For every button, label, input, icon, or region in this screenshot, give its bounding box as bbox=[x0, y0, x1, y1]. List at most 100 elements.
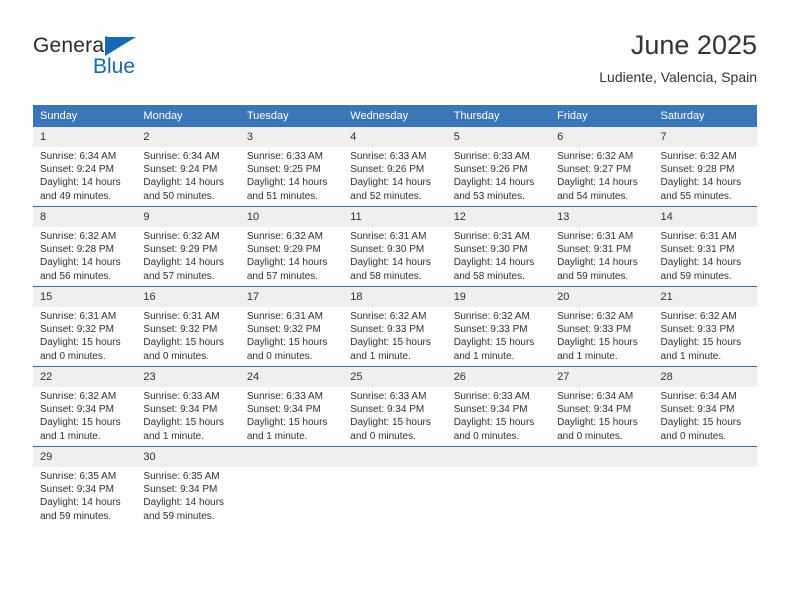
day-details: Sunrise: 6:34 AM Sunset: 9:24 PM Dayligh… bbox=[136, 147, 239, 203]
day-number bbox=[239, 447, 344, 467]
day-cell[interactable]: 24 Sunrise: 6:33 AM Sunset: 9:34 PM Dayl… bbox=[239, 366, 344, 447]
day-cell[interactable]: 22 Sunrise: 6:32 AM Sunset: 9:34 PM Dayl… bbox=[33, 366, 137, 447]
day-details: Sunrise: 6:31 AM Sunset: 9:30 PM Dayligh… bbox=[343, 227, 446, 283]
sunset-text: Sunset: 9:24 PM bbox=[143, 164, 218, 176]
sunset-text: Sunset: 9:34 PM bbox=[660, 404, 735, 416]
day-cell[interactable]: 26 Sunrise: 6:33 AM Sunset: 9:34 PM Dayl… bbox=[446, 366, 551, 447]
sunrise-text: Sunrise: 6:34 AM bbox=[40, 151, 117, 162]
daylight-text-line2: and 53 minutes. bbox=[453, 190, 525, 202]
sunrise-text: Sunrise: 6:31 AM bbox=[557, 231, 634, 242]
day-number: 16 bbox=[136, 287, 240, 307]
daylight-text-line2: and 54 minutes. bbox=[557, 190, 629, 202]
day-cell[interactable]: 19 Sunrise: 6:32 AM Sunset: 9:33 PM Dayl… bbox=[446, 286, 551, 367]
day-details: Sunrise: 6:31 AM Sunset: 9:30 PM Dayligh… bbox=[447, 227, 550, 283]
day-cell[interactable]: 17 Sunrise: 6:31 AM Sunset: 9:32 PM Dayl… bbox=[239, 286, 344, 367]
sunrise-text: Sunrise: 6:31 AM bbox=[40, 311, 117, 322]
day-number: 20 bbox=[550, 287, 654, 307]
day-cell[interactable]: 7 Sunrise: 6:32 AM Sunset: 9:28 PM Dayli… bbox=[653, 127, 757, 207]
daylight-text-line2: and 59 minutes. bbox=[660, 270, 732, 282]
day-cell[interactable]: 25 Sunrise: 6:33 AM Sunset: 9:34 PM Dayl… bbox=[343, 366, 447, 447]
week-row: 22 Sunrise: 6:32 AM Sunset: 9:34 PM Dayl… bbox=[33, 366, 757, 447]
daylight-text-line1: Daylight: 14 hours bbox=[660, 177, 742, 189]
day-number: 6 bbox=[550, 127, 654, 147]
day-cell[interactable]: 21 Sunrise: 6:32 AM Sunset: 9:33 PM Dayl… bbox=[653, 286, 757, 367]
daylight-text-line2: and 56 minutes. bbox=[40, 270, 112, 282]
day-cell[interactable]: 4 Sunrise: 6:33 AM Sunset: 9:26 PM Dayli… bbox=[343, 127, 447, 207]
day-number bbox=[446, 447, 551, 467]
daylight-text-line2: and 1 minute. bbox=[40, 430, 101, 442]
daylight-text-line1: Daylight: 15 hours bbox=[453, 417, 535, 429]
daylight-text-line1: Daylight: 15 hours bbox=[40, 417, 121, 429]
column-header-monday: Monday bbox=[136, 105, 240, 127]
daylight-text-line2: and 57 minutes. bbox=[143, 270, 215, 282]
day-cell[interactable]: 8 Sunrise: 6:32 AM Sunset: 9:28 PM Dayli… bbox=[33, 206, 137, 287]
day-cell[interactable]: 16 Sunrise: 6:31 AM Sunset: 9:32 PM Dayl… bbox=[136, 286, 240, 367]
day-number: 21 bbox=[653, 287, 757, 307]
day-cell[interactable]: 1 Sunrise: 6:34 AM Sunset: 9:24 PM Dayli… bbox=[33, 127, 137, 207]
day-number: 22 bbox=[33, 367, 137, 387]
day-cell[interactable]: 12 Sunrise: 6:31 AM Sunset: 9:30 PM Dayl… bbox=[446, 206, 551, 287]
day-cell[interactable]: 15 Sunrise: 6:31 AM Sunset: 9:32 PM Dayl… bbox=[33, 286, 137, 367]
day-details: Sunrise: 6:32 AM Sunset: 9:33 PM Dayligh… bbox=[550, 307, 653, 363]
day-details: Sunrise: 6:32 AM Sunset: 9:28 PM Dayligh… bbox=[33, 227, 136, 283]
sunrise-text: Sunrise: 6:31 AM bbox=[453, 231, 530, 242]
sunset-text: Sunset: 9:28 PM bbox=[660, 164, 735, 176]
sunrise-text: Sunrise: 6:32 AM bbox=[557, 151, 634, 162]
sunset-text: Sunset: 9:34 PM bbox=[246, 404, 321, 416]
day-cell[interactable]: 14 Sunrise: 6:31 AM Sunset: 9:31 PM Dayl… bbox=[653, 206, 757, 287]
day-cell[interactable]: 23 Sunrise: 6:33 AM Sunset: 9:34 PM Dayl… bbox=[136, 366, 240, 447]
day-number: 5 bbox=[446, 127, 551, 147]
day-cell[interactable]: 18 Sunrise: 6:32 AM Sunset: 9:33 PM Dayl… bbox=[343, 286, 447, 367]
daylight-text-line2: and 1 minute. bbox=[660, 350, 722, 362]
daylight-text-line1: Daylight: 14 hours bbox=[143, 257, 225, 269]
day-number: 2 bbox=[136, 127, 240, 147]
day-number: 19 bbox=[446, 287, 551, 307]
day-number: 10 bbox=[239, 207, 344, 227]
day-number: 24 bbox=[239, 367, 344, 387]
sunset-text: Sunset: 9:34 PM bbox=[143, 484, 218, 496]
day-cell[interactable]: 6 Sunrise: 6:32 AM Sunset: 9:27 PM Dayli… bbox=[550, 127, 654, 207]
day-cell[interactable]: 27 Sunrise: 6:34 AM Sunset: 9:34 PM Dayl… bbox=[550, 366, 654, 447]
day-cell[interactable]: 28 Sunrise: 6:34 AM Sunset: 9:34 PM Dayl… bbox=[653, 366, 757, 447]
column-header-saturday: Saturday bbox=[653, 105, 757, 127]
logo-text-blue: Blue bbox=[93, 55, 136, 78]
daylight-text-line2: and 0 minutes. bbox=[40, 350, 106, 362]
day-cell[interactable]: 11 Sunrise: 6:31 AM Sunset: 9:30 PM Dayl… bbox=[343, 206, 447, 287]
day-number: 27 bbox=[550, 367, 654, 387]
day-cell[interactable]: 13 Sunrise: 6:31 AM Sunset: 9:31 PM Dayl… bbox=[550, 206, 654, 287]
day-cell[interactable]: 9 Sunrise: 6:32 AM Sunset: 9:29 PM Dayli… bbox=[136, 206, 240, 287]
title-block: June 2025 Ludiente, Valencia, Spain bbox=[599, 28, 757, 88]
day-number: 25 bbox=[343, 367, 447, 387]
day-cell[interactable]: 20 Sunrise: 6:32 AM Sunset: 9:33 PM Dayl… bbox=[550, 286, 654, 367]
day-details: Sunrise: 6:33 AM Sunset: 9:26 PM Dayligh… bbox=[343, 147, 446, 203]
day-cell[interactable]: 30 Sunrise: 6:35 AM Sunset: 9:34 PM Dayl… bbox=[136, 446, 240, 526]
daylight-text-line2: and 59 minutes. bbox=[557, 270, 629, 282]
day-details: Sunrise: 6:32 AM Sunset: 9:29 PM Dayligh… bbox=[136, 227, 239, 283]
sunset-text: Sunset: 9:25 PM bbox=[246, 164, 321, 176]
sunrise-text: Sunrise: 6:33 AM bbox=[143, 391, 220, 402]
sunrise-text: Sunrise: 6:31 AM bbox=[350, 231, 427, 242]
day-cell[interactable]: 2 Sunrise: 6:34 AM Sunset: 9:24 PM Dayli… bbox=[136, 127, 240, 207]
day-details: Sunrise: 6:33 AM Sunset: 9:34 PM Dayligh… bbox=[343, 387, 446, 443]
day-cell-empty bbox=[550, 446, 654, 526]
daylight-text-line2: and 0 minutes. bbox=[453, 430, 520, 442]
day-cell[interactable]: 10 Sunrise: 6:32 AM Sunset: 9:29 PM Dayl… bbox=[239, 206, 344, 287]
day-number: 8 bbox=[33, 207, 137, 227]
sunset-text: Sunset: 9:26 PM bbox=[350, 164, 425, 176]
sunset-text: Sunset: 9:31 PM bbox=[660, 244, 735, 256]
day-cell[interactable]: 5 Sunrise: 6:33 AM Sunset: 9:26 PM Dayli… bbox=[446, 127, 551, 207]
day-cell-empty bbox=[446, 446, 551, 526]
column-header-tuesday: Tuesday bbox=[239, 105, 344, 127]
daylight-text-line2: and 0 minutes. bbox=[246, 350, 313, 362]
sunset-text: Sunset: 9:26 PM bbox=[453, 164, 528, 176]
day-cell[interactable]: 3 Sunrise: 6:33 AM Sunset: 9:25 PM Dayli… bbox=[239, 127, 344, 207]
general-blue-logo[interactable]: General Blue bbox=[33, 34, 153, 86]
day-number bbox=[550, 447, 654, 467]
sunrise-text: Sunrise: 6:32 AM bbox=[40, 391, 117, 402]
sunset-text: Sunset: 9:32 PM bbox=[246, 324, 321, 336]
sunrise-text: Sunrise: 6:32 AM bbox=[246, 231, 323, 242]
day-number: 11 bbox=[343, 207, 447, 227]
day-cell[interactable]: 29 Sunrise: 6:35 AM Sunset: 9:34 PM Dayl… bbox=[33, 446, 137, 526]
sunset-text: Sunset: 9:29 PM bbox=[143, 244, 218, 256]
daylight-text-line1: Daylight: 15 hours bbox=[557, 337, 638, 349]
